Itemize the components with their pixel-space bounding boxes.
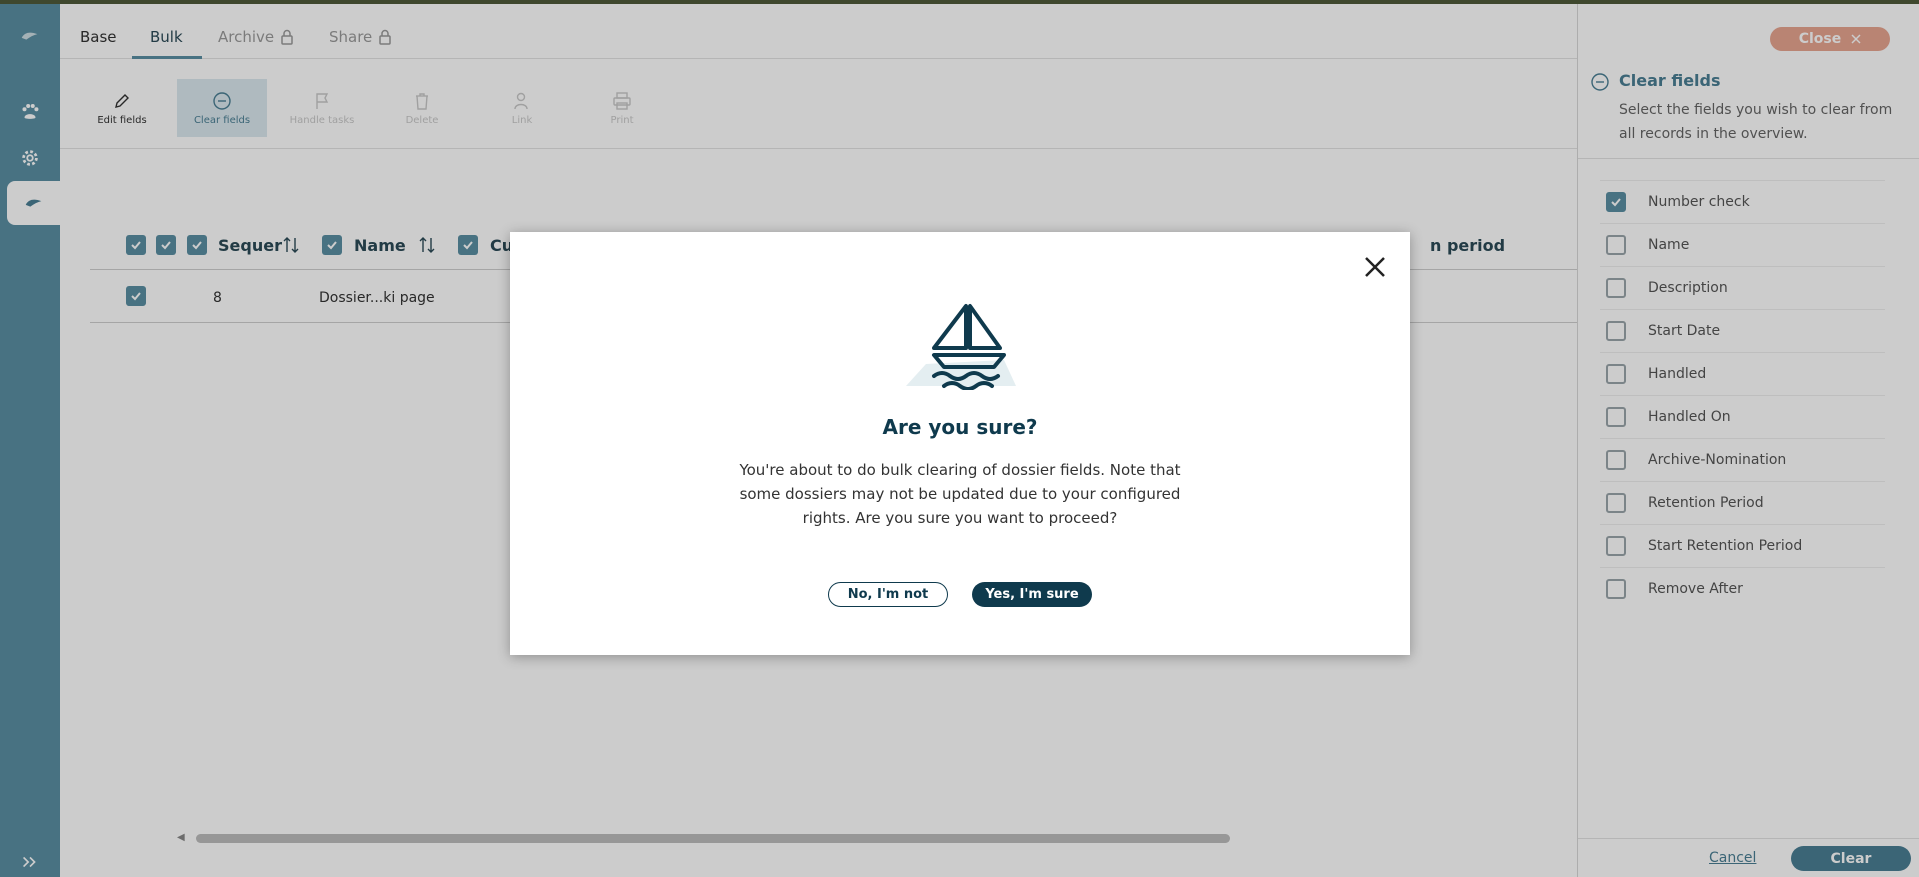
sailboat-icon (906, 304, 1016, 390)
decline-button[interactable]: No, I'm not (828, 582, 948, 607)
dialog-title: Are you sure? (882, 415, 1038, 439)
confirm-button[interactable]: Yes, I'm sure (972, 582, 1092, 607)
dialog-message: You're about to do bulk clearing of doss… (739, 461, 1181, 527)
confirm-dialog: Are you sure? You're about to do bulk cl… (510, 232, 1410, 655)
close-icon[interactable] (1362, 254, 1388, 280)
